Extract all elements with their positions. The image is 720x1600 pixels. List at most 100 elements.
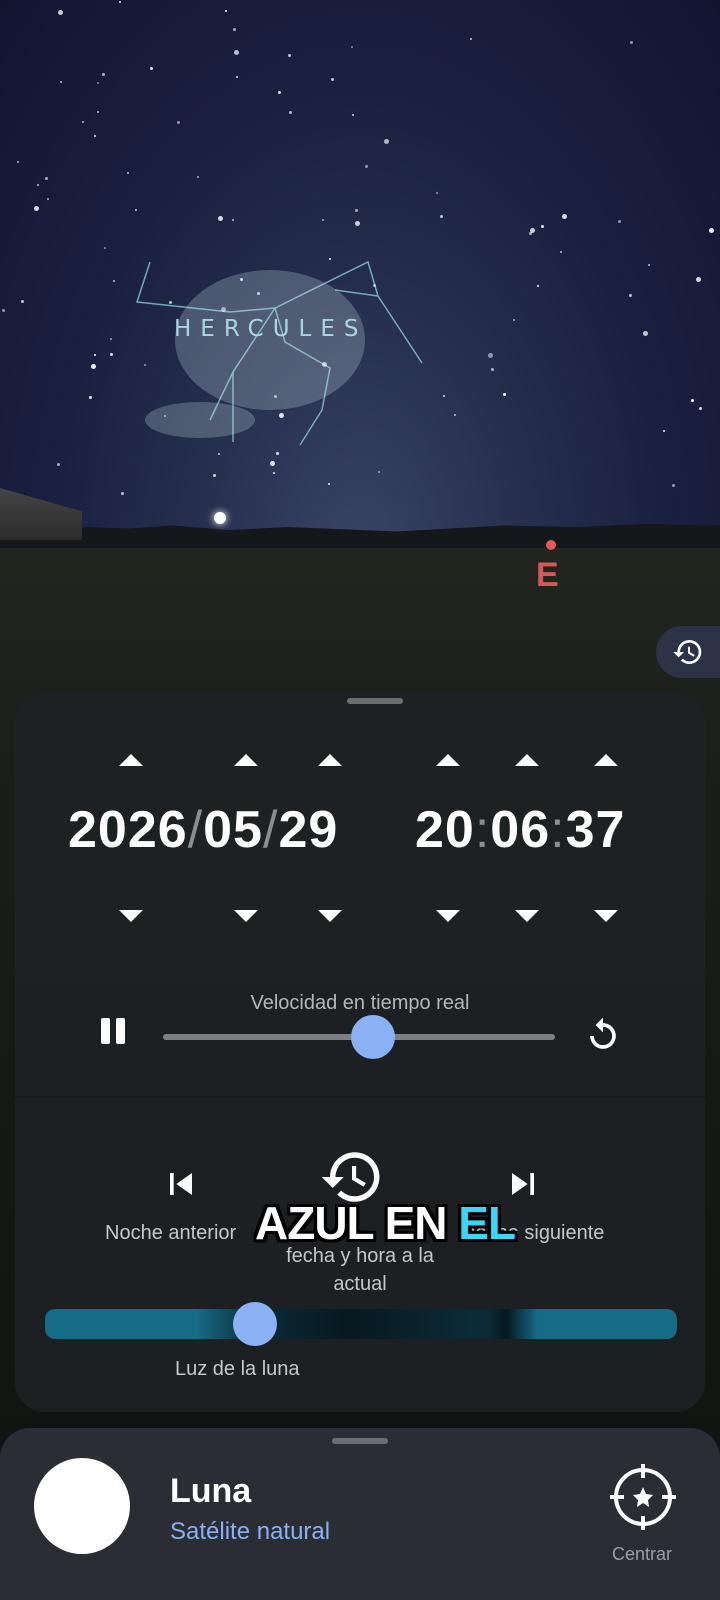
star: [58, 10, 63, 15]
star: [696, 277, 701, 282]
day-value[interactable]: 29: [278, 801, 338, 859]
star: [384, 139, 389, 144]
star: [355, 209, 358, 212]
star: [322, 362, 327, 367]
star: [234, 50, 239, 55]
star: [89, 396, 92, 399]
month-down-arrow[interactable]: [234, 910, 258, 922]
star: [119, 1, 121, 3]
pause-icon: [101, 1018, 110, 1044]
time-separator: :: [474, 801, 491, 859]
star: [503, 393, 506, 396]
star: [691, 399, 694, 402]
star: [329, 258, 331, 260]
panel-drag-handle[interactable]: [347, 698, 403, 704]
star: [218, 453, 220, 455]
star: [351, 46, 353, 48]
hour-down-arrow[interactable]: [436, 910, 460, 922]
star: [440, 215, 443, 218]
star: [537, 285, 539, 287]
star: [91, 364, 96, 369]
second-down-arrow[interactable]: [594, 910, 618, 922]
star: [373, 284, 376, 287]
month-value[interactable]: 05: [203, 801, 263, 859]
star: [618, 220, 621, 223]
time-history-button[interactable]: [656, 626, 720, 678]
reset-time-label[interactable]: fecha y hora a la actual: [270, 1242, 450, 1298]
moon-marker[interactable]: [214, 512, 226, 524]
day-up-arrow[interactable]: [318, 754, 342, 766]
skip-previous-icon[interactable]: [159, 1162, 203, 1206]
crosshair-icon[interactable]: [610, 1464, 676, 1530]
star: [643, 331, 648, 336]
star: [104, 247, 106, 249]
star: [322, 219, 324, 221]
sky-view[interactable]: [0, 0, 720, 560]
star: [274, 395, 277, 398]
star: [289, 111, 292, 114]
star: [17, 161, 19, 163]
pause-button[interactable]: [99, 1016, 129, 1046]
minute-value[interactable]: 06: [490, 801, 550, 859]
history-icon: [673, 640, 702, 664]
moon-avatar: [34, 1458, 130, 1554]
star: [288, 54, 291, 57]
compass-east-label: E: [536, 556, 559, 594]
star: [127, 172, 129, 174]
object-info-sheet[interactable]: Luna Satélite natural Centrar: [0, 1428, 720, 1600]
hour-value[interactable]: 20: [415, 801, 475, 859]
star: [630, 41, 633, 44]
speed-label: Velocidad en tiempo real: [250, 992, 470, 1014]
sheet-drag-handle[interactable]: [332, 1438, 388, 1444]
year-down-arrow[interactable]: [119, 910, 143, 922]
moonlight-slider-thumb[interactable]: [233, 1302, 277, 1346]
star: [331, 78, 334, 81]
hour-up-arrow[interactable]: [436, 754, 460, 766]
star: [663, 430, 665, 432]
star: [699, 407, 702, 410]
second-value[interactable]: 37: [566, 801, 626, 859]
time-separator: :: [550, 801, 566, 859]
hercules-constellation-lines: [136, 260, 423, 446]
star: [365, 165, 368, 168]
minute-up-arrow[interactable]: [515, 754, 539, 766]
reset-icon[interactable]: [581, 1014, 625, 1058]
star: [276, 452, 279, 455]
prev-night-label[interactable]: Noche anterior: [105, 1222, 236, 1245]
star: [110, 338, 112, 340]
star: [491, 368, 494, 371]
star: [121, 492, 124, 495]
star: [629, 294, 632, 297]
star: [672, 484, 675, 487]
star: [97, 111, 99, 113]
star: [47, 198, 49, 200]
star: [236, 76, 238, 78]
star: [443, 395, 445, 397]
year-value[interactable]: 2026: [68, 801, 188, 859]
year-up-arrow[interactable]: [119, 754, 143, 766]
star: [529, 232, 532, 235]
caption-highlight: EL: [458, 1197, 516, 1249]
month-up-arrow[interactable]: [234, 754, 258, 766]
star: [197, 176, 199, 178]
star: [144, 364, 146, 366]
star: [378, 471, 380, 473]
second-up-arrow[interactable]: [594, 754, 618, 766]
star: [2, 309, 5, 312]
center-label[interactable]: Centrar: [612, 1544, 672, 1565]
moonlight-slider-track[interactable]: [45, 1309, 677, 1339]
time-control-panel: 2026/05/29 20:06:37 Velocidad en tiempo …: [15, 692, 705, 1412]
star: [541, 225, 544, 228]
star: [488, 353, 493, 358]
speed-slider-thumb[interactable]: [351, 1015, 395, 1059]
star: [355, 221, 360, 226]
constellation-label[interactable]: HERCULES: [174, 316, 368, 342]
star: [328, 483, 330, 485]
star: [352, 114, 354, 116]
minute-down-arrow[interactable]: [515, 910, 539, 922]
star: [177, 121, 180, 124]
pause-icon: [116, 1018, 125, 1044]
day-down-arrow[interactable]: [318, 910, 342, 922]
star: [37, 184, 39, 186]
star: [560, 251, 562, 253]
